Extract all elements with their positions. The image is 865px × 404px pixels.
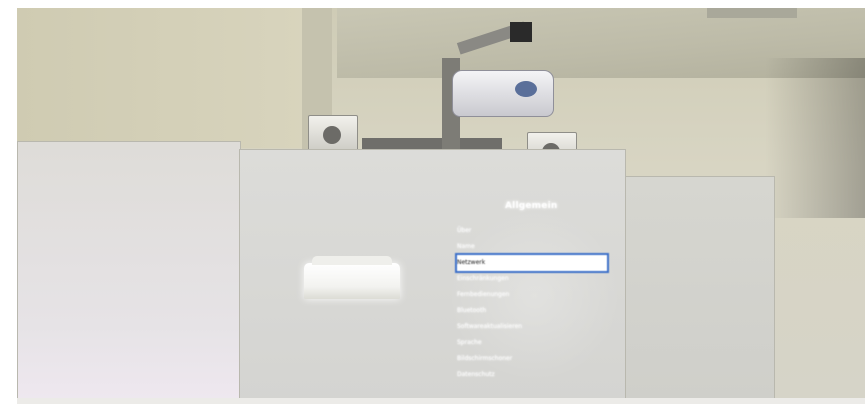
wall-shadow (765, 58, 865, 218)
ceiling-vent (707, 8, 797, 18)
classroom-photo: Allgemein Über Name Netzwerk Einschränkunge… (0, 0, 865, 404)
projector (452, 70, 554, 117)
settings-menu-item[interactable]: Einschränkungen (457, 271, 607, 287)
whiteboard-right-panel (625, 176, 775, 400)
settings-menu: Über Name Netzwerk Einschränkungen Fernbedie… (455, 223, 609, 383)
settings-menu-item[interactable]: Fernbedienungen (457, 287, 607, 303)
settings-menu-item[interactable]: Bildschirmschoner (457, 351, 607, 367)
settings-menu-item-label: Bluetooth (457, 307, 487, 314)
whiteboard-left-panel (17, 141, 241, 404)
speaker-cone (323, 126, 341, 144)
settings-menu-item[interactable]: Bluetooth (457, 303, 607, 319)
settings-menu-item-label: Einschränkungen (457, 275, 509, 282)
settings-menu-item-label: Bildschirmschoner (457, 355, 513, 362)
settings-menu-item-label: Netzwerk (457, 259, 486, 266)
settings-menu-item-label: Name (457, 243, 475, 250)
settings-menu-item[interactable]: Sprache (457, 335, 607, 351)
settings-menu-item-label: Fernbedienungen (457, 291, 510, 298)
settings-menu-item[interactable]: Datenschutz (457, 367, 607, 383)
settings-menu-item[interactable]: Softwareaktualisieren (457, 319, 607, 335)
settings-menu-item-label: Softwareaktualisieren (457, 323, 523, 330)
settings-menu-item-label: Über (457, 227, 472, 234)
media-device-image (304, 256, 400, 299)
projector-mount-bracket (510, 22, 532, 42)
settings-menu-item-label: Datenschutz (457, 371, 495, 378)
device-top (312, 256, 392, 265)
settings-menu-item[interactable]: Name (457, 239, 607, 255)
photo-frame: Allgemein Über Name Netzwerk Einschränkunge… (17, 8, 865, 404)
wall (17, 8, 307, 148)
whiteboard-tray (17, 398, 865, 404)
projector-lens (515, 81, 537, 97)
settings-title: Allgemein (505, 201, 558, 211)
settings-menu-item-label: Sprache (457, 339, 482, 346)
settings-menu-item[interactable]: Netzwerk (455, 253, 609, 273)
settings-menu-item[interactable]: Über (457, 223, 607, 239)
